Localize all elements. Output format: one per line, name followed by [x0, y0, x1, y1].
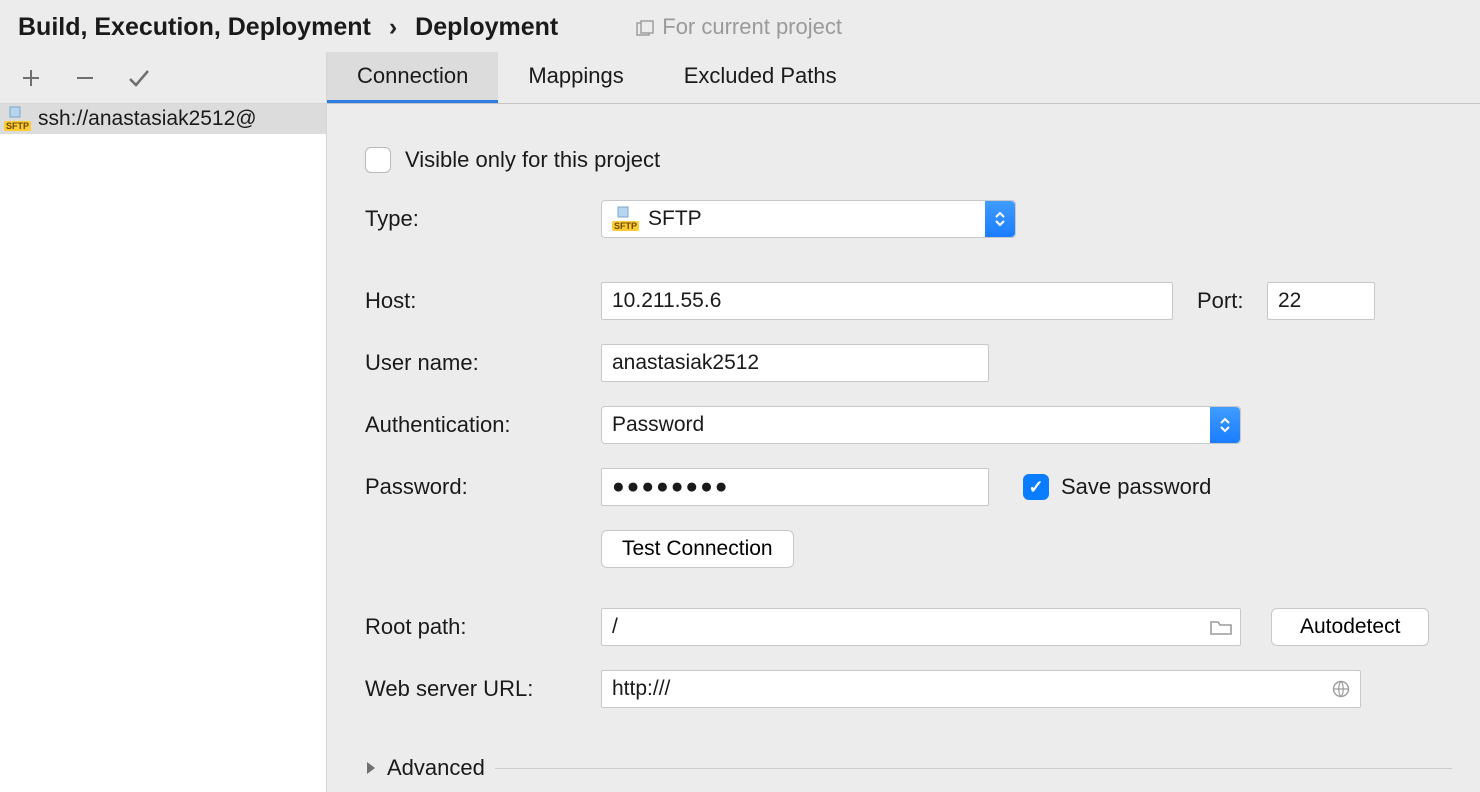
authentication-select[interactable]: Password	[601, 406, 1241, 444]
type-select[interactable]: SFTP SFTP	[601, 200, 1016, 238]
breadcrumb-page: Deployment	[415, 13, 558, 42]
root-path-input[interactable]	[601, 608, 1241, 646]
remove-server-button[interactable]	[72, 65, 98, 91]
dropdown-caret-icon	[985, 201, 1015, 237]
advanced-section-toggle[interactable]: Advanced	[365, 748, 1452, 788]
checkmark-icon	[127, 68, 151, 88]
minus-icon	[75, 68, 95, 88]
set-default-button[interactable]	[126, 65, 152, 91]
save-password-label[interactable]: Save password	[1061, 474, 1211, 500]
connection-form: Visible only for this project Type: SFTP…	[327, 104, 1480, 788]
browse-folder-icon[interactable]	[1209, 617, 1233, 637]
host-input[interactable]	[601, 282, 1173, 320]
password-input[interactable]	[601, 468, 989, 506]
tab-label: Connection	[357, 63, 468, 89]
tab-excluded-paths[interactable]: Excluded Paths	[654, 52, 867, 103]
server-item-label: ssh://anastasiak2512@	[38, 107, 257, 131]
username-input[interactable]	[601, 344, 989, 382]
password-label: Password:	[365, 474, 601, 500]
disclosure-triangle-icon	[365, 755, 377, 781]
advanced-divider	[495, 768, 1452, 769]
visible-only-label[interactable]: Visible only for this project	[405, 147, 660, 173]
sidebar-toolbar	[0, 52, 326, 104]
web-server-url-input[interactable]	[601, 670, 1361, 708]
deployment-tabs: Connection Mappings Excluded Paths	[327, 52, 1480, 104]
tab-connection[interactable]: Connection	[327, 52, 498, 103]
deployment-sidebar: SFTP ssh://anastasiak2512@	[0, 52, 327, 792]
deployment-detail-pane: Connection Mappings Excluded Paths Visib…	[327, 52, 1480, 792]
plus-icon	[21, 68, 41, 88]
port-input[interactable]	[1267, 282, 1375, 320]
breadcrumb-group[interactable]: Build, Execution, Deployment	[18, 13, 371, 42]
project-scope-icon	[636, 18, 654, 36]
save-password-checkbox[interactable]	[1023, 474, 1049, 500]
tab-label: Excluded Paths	[684, 63, 837, 89]
tab-mappings[interactable]: Mappings	[498, 52, 653, 103]
type-value: SFTP	[648, 207, 702, 231]
button-label: Autodetect	[1300, 615, 1400, 639]
button-label: Test Connection	[622, 537, 773, 561]
root-path-label: Root path:	[365, 614, 601, 640]
sftp-icon: SFTP	[4, 108, 32, 130]
globe-icon[interactable]	[1329, 679, 1353, 699]
settings-header: Build, Execution, Deployment › Deploymen…	[0, 0, 1480, 52]
type-label: Type:	[365, 206, 601, 232]
web-server-url-label: Web server URL:	[365, 676, 601, 702]
tab-label: Mappings	[528, 63, 623, 89]
for-current-project-label: For current project	[662, 14, 842, 40]
host-label: Host:	[365, 288, 601, 314]
authentication-label: Authentication:	[365, 412, 601, 438]
server-list: SFTP ssh://anastasiak2512@	[0, 104, 326, 792]
port-label: Port:	[1197, 288, 1267, 314]
for-current-project-indicator: For current project	[636, 14, 842, 40]
visible-only-checkbox[interactable]	[365, 147, 391, 173]
test-connection-button[interactable]: Test Connection	[601, 530, 794, 568]
breadcrumb-separator: ›	[389, 13, 397, 42]
sftp-icon: SFTP	[612, 208, 640, 230]
dropdown-caret-icon	[1210, 407, 1240, 443]
breadcrumb: Build, Execution, Deployment › Deploymen…	[18, 13, 558, 42]
server-list-item[interactable]: SFTP ssh://anastasiak2512@	[0, 104, 326, 134]
add-server-button[interactable]	[18, 65, 44, 91]
advanced-label: Advanced	[387, 755, 485, 781]
username-label: User name:	[365, 350, 601, 376]
authentication-value: Password	[612, 413, 704, 437]
autodetect-button[interactable]: Autodetect	[1271, 608, 1429, 646]
